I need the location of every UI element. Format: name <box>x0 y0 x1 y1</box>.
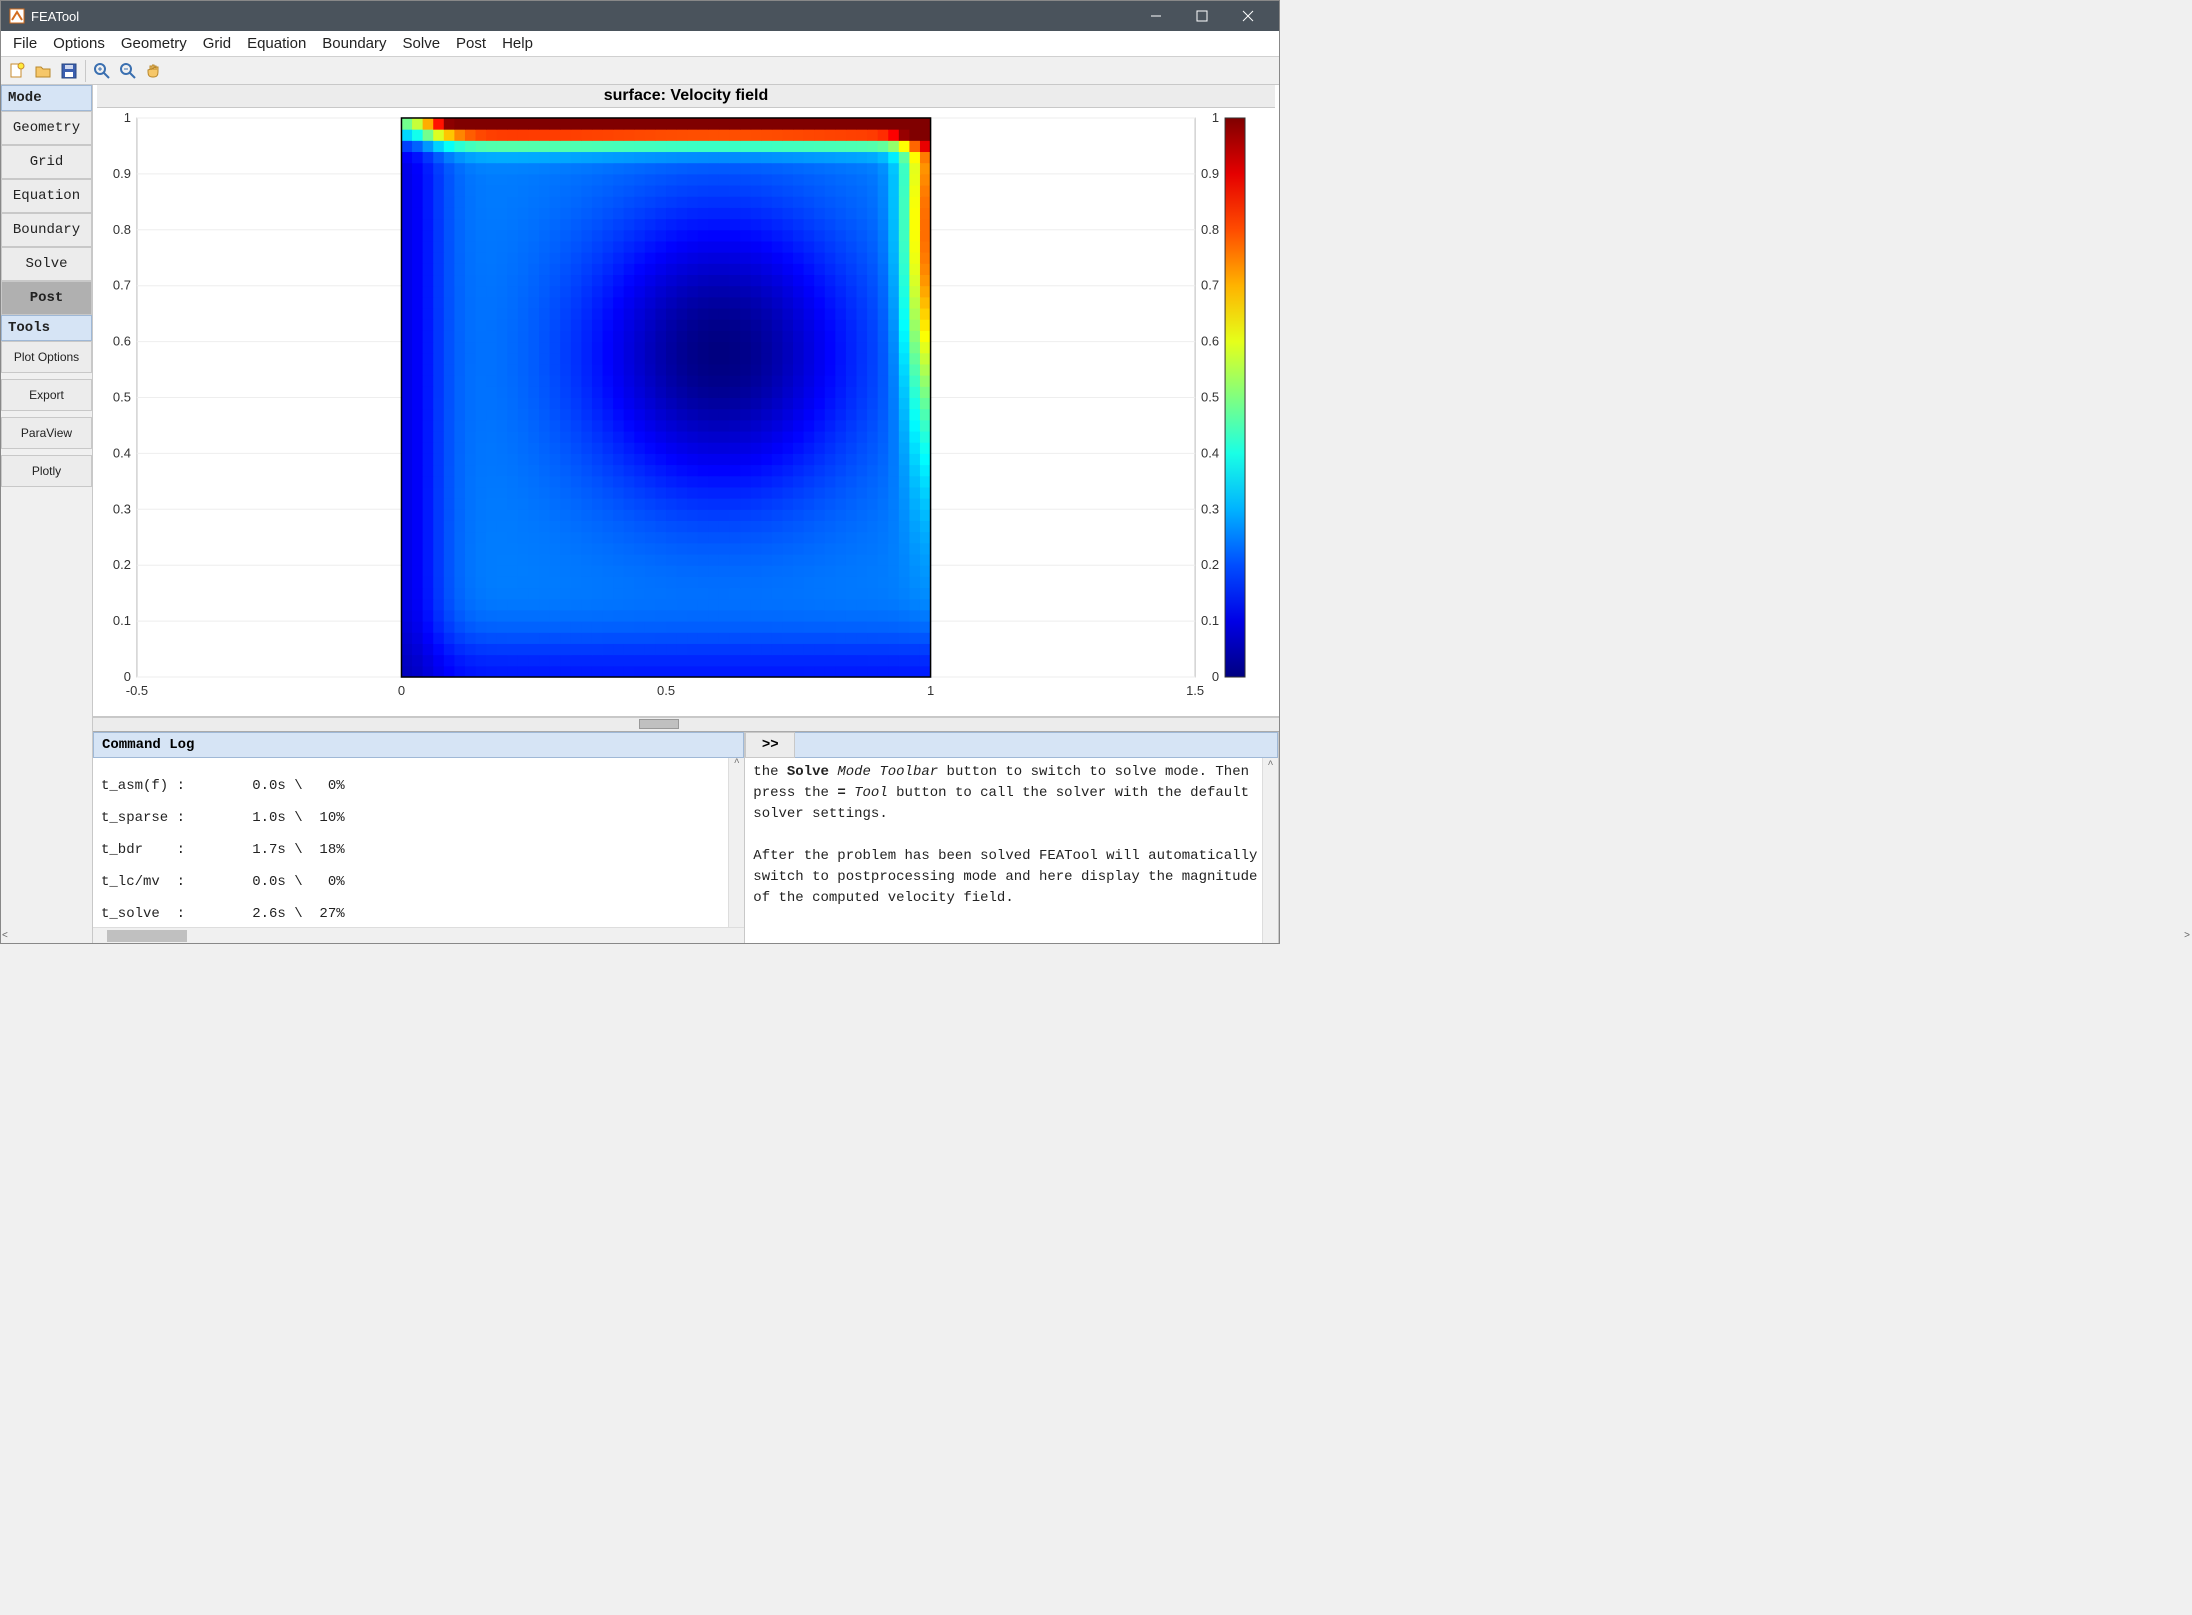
tool-paraview[interactable]: ParaView <box>1 417 92 449</box>
tool-plotly[interactable]: Plotly <box>1 455 92 487</box>
svg-text:0: 0 <box>1212 669 1219 684</box>
info-vscroll[interactable]: ^ <box>1262 758 1278 943</box>
close-button[interactable] <box>1225 1 1271 31</box>
mode-equation[interactable]: Equation <box>1 179 92 213</box>
mode-post[interactable]: Post <box>1 281 92 315</box>
mode-geometry[interactable]: Geometry <box>1 111 92 145</box>
svg-text:1: 1 <box>1212 110 1219 125</box>
titlebar: FEATool <box>1 1 1279 31</box>
menu-equation[interactable]: Equation <box>239 33 314 54</box>
plot-horizontal-scrollbar[interactable] <box>93 717 1279 731</box>
open-folder-icon[interactable] <box>31 59 55 83</box>
plot-canvas[interactable]: 00.10.20.30.40.50.60.70.80.91-0.500.511.… <box>97 108 1275 716</box>
menu-geometry[interactable]: Geometry <box>113 33 195 54</box>
command-log-hscroll[interactable]: < > <box>93 927 744 943</box>
svg-text:0.2: 0.2 <box>1201 557 1219 572</box>
menu-post[interactable]: Post <box>448 33 494 54</box>
svg-text:1.5: 1.5 <box>1186 683 1204 698</box>
mode-boundary[interactable]: Boundary <box>1 213 92 247</box>
log-line: t_solve : 2.6s \ 27% <box>101 906 736 922</box>
command-log-vscroll[interactable]: ^ <box>728 758 744 927</box>
svg-text:0.5: 0.5 <box>113 389 131 404</box>
info-body[interactable]: the Solve Mode Toolbar button to switch … <box>745 758 1278 943</box>
info-paragraph-1: the Solve Mode Toolbar button to switch … <box>753 762 1270 825</box>
menu-boundary[interactable]: Boundary <box>314 33 394 54</box>
tools-header: Tools <box>1 315 92 341</box>
minimize-button[interactable] <box>1133 1 1179 31</box>
toolbar <box>1 57 1279 85</box>
svg-text:0.7: 0.7 <box>1201 278 1219 293</box>
menu-grid[interactable]: Grid <box>195 33 239 54</box>
mode-grid[interactable]: Grid <box>1 145 92 179</box>
svg-text:0.9: 0.9 <box>1201 166 1219 181</box>
svg-text:0.5: 0.5 <box>1201 389 1219 404</box>
svg-text:1: 1 <box>124 110 131 125</box>
svg-text:0.4: 0.4 <box>1201 445 1219 460</box>
zoom-out-icon[interactable] <box>116 59 140 83</box>
maximize-button[interactable] <box>1179 1 1225 31</box>
svg-text:0.3: 0.3 <box>1201 501 1219 516</box>
app-icon <box>9 8 25 24</box>
svg-text:0.1: 0.1 <box>1201 613 1219 628</box>
log-line: t_bdr : 1.7s \ 18% <box>101 842 736 858</box>
svg-text:1: 1 <box>927 683 934 698</box>
plot-title: surface: Velocity field <box>97 85 1275 108</box>
tool-plot-options[interactable]: Plot Options <box>1 341 92 373</box>
log-line: t_lc/mv : 0.0s \ 0% <box>101 874 736 890</box>
save-icon[interactable] <box>57 59 81 83</box>
svg-text:0.8: 0.8 <box>1201 222 1219 237</box>
pan-hand-icon[interactable] <box>142 59 166 83</box>
log-line: t_asm(f) : 0.0s \ 0% <box>101 778 736 794</box>
command-log-header: Command Log <box>93 732 744 758</box>
svg-text:0.7: 0.7 <box>113 278 131 293</box>
sidebar: Mode Geometry Grid Equation Boundary Sol… <box>1 85 93 943</box>
window-title: FEATool <box>31 9 1133 24</box>
svg-text:0: 0 <box>124 669 131 684</box>
menu-options[interactable]: Options <box>45 33 113 54</box>
toolbar-divider <box>85 60 86 82</box>
svg-text:0.8: 0.8 <box>113 222 131 237</box>
svg-text:0.2: 0.2 <box>113 557 131 572</box>
tool-export[interactable]: Export <box>1 379 92 411</box>
menu-file[interactable]: File <box>5 33 45 54</box>
svg-text:0.3: 0.3 <box>113 501 131 516</box>
info-paragraph-2: After the problem has been solved FEAToo… <box>753 846 1270 909</box>
svg-text:0: 0 <box>398 683 405 698</box>
info-prompt[interactable]: >> <box>745 732 795 758</box>
new-file-icon[interactable] <box>5 59 29 83</box>
svg-text:0.6: 0.6 <box>113 334 131 349</box>
log-line: t_sparse : 1.0s \ 10% <box>101 810 736 826</box>
command-log-body[interactable]: t_asm(f) : 0.0s \ 0% t_sparse : 1.0s \ 1… <box>93 758 744 927</box>
zoom-in-icon[interactable] <box>90 59 114 83</box>
svg-text:0.5: 0.5 <box>657 683 675 698</box>
mode-header: Mode <box>1 85 92 111</box>
svg-text:0.6: 0.6 <box>1201 334 1219 349</box>
svg-text:-0.5: -0.5 <box>126 683 148 698</box>
svg-text:0.1: 0.1 <box>113 613 131 628</box>
menu-solve[interactable]: Solve <box>395 33 449 54</box>
svg-text:0.9: 0.9 <box>113 166 131 181</box>
menubar: File Options Geometry Grid Equation Boun… <box>1 31 1279 57</box>
svg-text:0.4: 0.4 <box>113 445 131 460</box>
info-header-spacer <box>795 732 1278 758</box>
menu-help[interactable]: Help <box>494 33 541 54</box>
mode-solve[interactable]: Solve <box>1 247 92 281</box>
